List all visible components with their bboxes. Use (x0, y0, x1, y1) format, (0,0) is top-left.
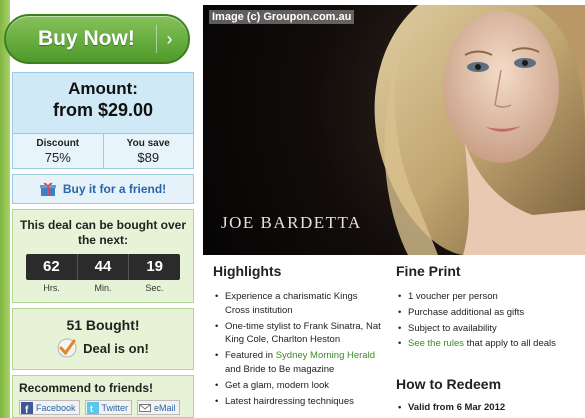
list-item: Purchase additional as gifts (396, 306, 571, 320)
minutes-unit: Min. (94, 283, 112, 293)
recommend-title: Recommend to friends! (19, 381, 154, 395)
twitter-icon: t (86, 401, 99, 414)
bought-box: 51 Bought! Deal is on! (12, 308, 194, 370)
minutes-value: 44 (76, 254, 129, 280)
seconds-unit: Sec. (145, 283, 164, 293)
list-item: Experience a charismatic Kings Cross ins… (213, 290, 383, 318)
savings-box: Discount 75% You save $89 (12, 133, 194, 169)
twitter-share-button[interactable]: t Twitter (84, 400, 133, 415)
countdown-units: Hrs. Min. Sec. (26, 283, 180, 293)
highlights-title: Highlights (213, 263, 282, 279)
email-label: eMail (154, 402, 176, 413)
bought-count: 51 Bought! (66, 317, 140, 333)
deal-status: Deal is on! (13, 338, 193, 358)
buy-now-label: Buy Now! (38, 27, 135, 50)
featured-suffix: and Bride to Be magazine (225, 363, 335, 375)
list-item: Featured in Sydney Morning Herald and Br… (213, 349, 383, 377)
envelope-icon (139, 403, 152, 412)
how-to-redeem-title: How to Redeem (396, 376, 502, 392)
facebook-icon: f (21, 401, 33, 414)
list-item: Valid from 6 Mar 2012 (396, 401, 571, 415)
share-row: f Facebook t Twitter eMail (19, 400, 193, 415)
facebook-label: Facebook (36, 402, 76, 413)
buy-for-friend-button[interactable]: Buy it for a friend! (12, 174, 194, 204)
hours-unit: Hrs. (43, 283, 60, 293)
smh-link[interactable]: Sydney Morning Herald (276, 350, 375, 361)
featured-prefix: Featured in (225, 350, 276, 362)
countdown-digits: 62 44 19 (26, 254, 180, 280)
countdown-box: This deal can be bought over the next: 6… (12, 209, 194, 303)
you-save-label: You save (126, 138, 170, 149)
discount-cell: Discount 75% (13, 134, 103, 168)
list-item: Get a glam, modern look (213, 379, 383, 393)
you-save-cell: You save $89 (102, 134, 194, 168)
countdown-title: This deal can be bought over the next: (19, 218, 187, 247)
buy-now-area: Buy Now! › (0, 6, 198, 70)
deal-status-label: Deal is on! (83, 340, 149, 356)
list-item: 1 voucher per person (396, 290, 571, 304)
highlights-list: Experience a charismatic Kings Cross ins… (213, 290, 383, 410)
buy-for-friend-label: Buy it for a friend! (62, 182, 167, 196)
fine-print-title: Fine Print (396, 263, 461, 279)
recommend-box: Recommend to friends! f Facebook t Twitt… (12, 375, 194, 418)
hours-value: 62 (42, 258, 60, 275)
amount-value: from $29.00 (52, 100, 154, 120)
svg-text:t: t (90, 404, 93, 414)
chevron-right-icon: › (156, 25, 182, 53)
list-item: See the rules that apply to all deals (396, 337, 571, 351)
salon-name: JOE BARDETTA (221, 213, 362, 232)
discount-value: 75% (44, 150, 71, 165)
twitter-label: Twitter (101, 402, 129, 413)
gift-icon (39, 182, 56, 196)
amount-box: Amount: from $29.00 (12, 72, 194, 134)
you-save-value: $89 (137, 150, 160, 165)
amount-label: Amount: (68, 79, 138, 98)
list-item: One-time stylist to Frank Sinatra, Nat K… (213, 320, 383, 348)
rules-suffix: that apply to all deals (463, 338, 556, 350)
buy-now-button[interactable]: Buy Now! › (4, 14, 190, 64)
fine-print-list: 1 voucher per person Purchase additional… (396, 290, 571, 353)
redeem-list: Valid from 6 Mar 2012 (396, 401, 571, 417)
see-rules-link[interactable]: See the rules (408, 338, 464, 349)
email-share-button[interactable]: eMail (137, 400, 180, 415)
checkmark-icon (57, 338, 77, 358)
deal-hero-image: Image (c) Groupon.com.au JOE BARDETTA (203, 5, 585, 255)
discount-label: Discount (36, 138, 80, 149)
seconds-value: 19 (128, 254, 180, 280)
image-credit: Image (c) Groupon.com.au (209, 10, 355, 24)
list-item: Latest hairdressing techniques (213, 395, 383, 409)
list-item: Subject to availability (396, 322, 571, 336)
facebook-share-button[interactable]: f Facebook (19, 400, 80, 415)
